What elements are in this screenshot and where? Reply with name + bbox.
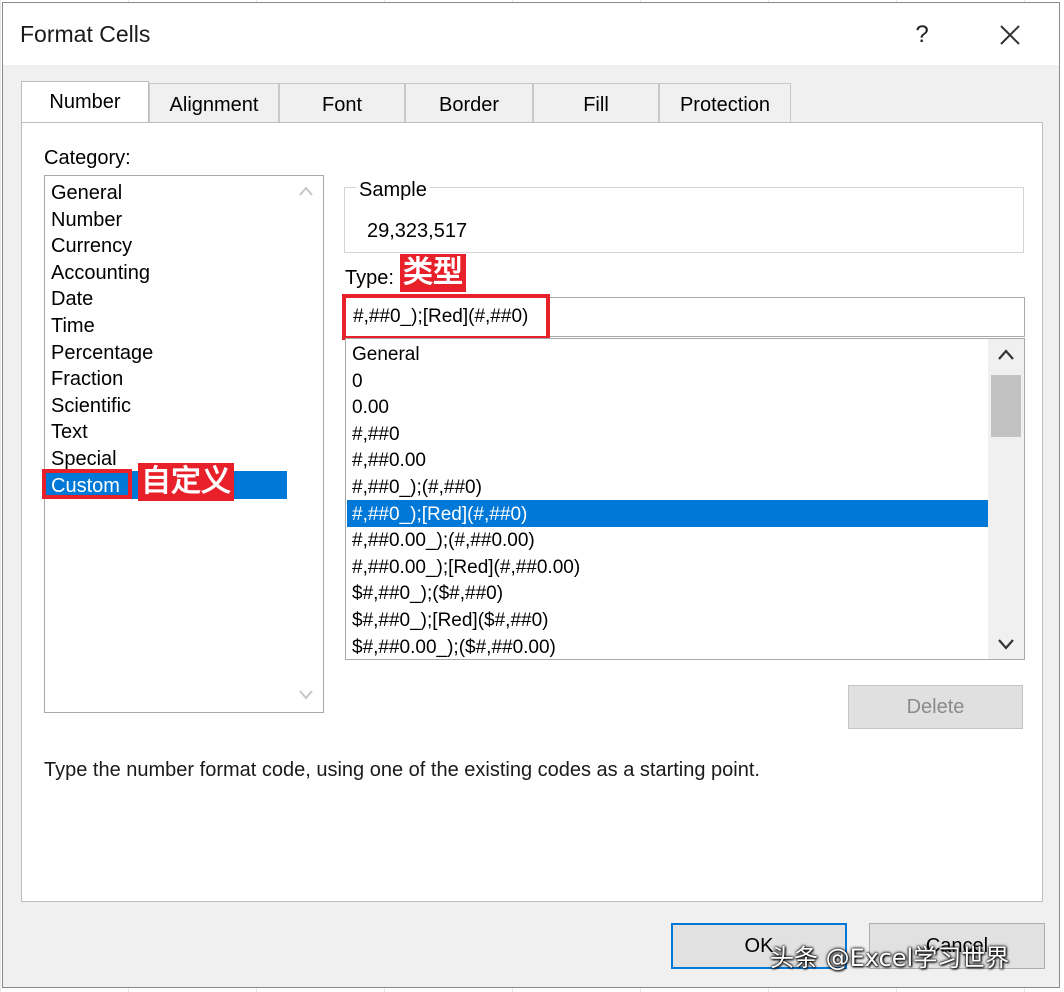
format-item[interactable]: 0	[352, 369, 363, 395]
help-button[interactable]: ?	[899, 13, 945, 57]
scrollbar-thumb[interactable]	[991, 375, 1021, 437]
category-item-accounting[interactable]: Accounting	[51, 260, 150, 286]
scroll-down-icon[interactable]	[998, 639, 1014, 650]
category-item-time[interactable]: Time	[51, 313, 95, 339]
format-scrollbar[interactable]	[988, 339, 1024, 659]
watermark: 头条 @Excel学习世界	[770, 944, 1010, 972]
tab-protection[interactable]: Protection	[659, 83, 791, 123]
tab-border[interactable]: Border	[405, 83, 533, 123]
format-item[interactable]: #,##0	[352, 422, 400, 448]
type-label: Type:	[345, 267, 394, 289]
format-code-list[interactable]: General 0 0.00 #,##0 #,##0.00 #,##0_);(#…	[345, 338, 1025, 660]
category-label: Category:	[44, 147, 131, 169]
category-scrollbar[interactable]	[289, 176, 323, 712]
number-tab-panel: Category: General Number Currency Accoun…	[21, 122, 1043, 902]
format-item[interactable]: #,##0_);(#,##0)	[352, 475, 482, 501]
format-item[interactable]: General	[352, 342, 420, 368]
type-highlight-box	[342, 294, 550, 340]
custom-annotation-label: 自定义	[138, 463, 234, 501]
category-item-fraction[interactable]: Fraction	[51, 366, 123, 392]
category-item-date[interactable]: Date	[51, 286, 93, 312]
category-item-text[interactable]: Text	[51, 419, 88, 445]
dialog-title: Format Cells	[20, 21, 151, 47]
close-icon	[1000, 25, 1020, 45]
custom-highlight-box	[42, 469, 132, 499]
tab-alignment[interactable]: Alignment	[149, 83, 279, 123]
category-list[interactable]: General Number Currency Accounting Date …	[44, 175, 324, 713]
category-item-general[interactable]: General	[51, 180, 122, 206]
format-item[interactable]: $#,##0_);($#,##0)	[352, 581, 503, 607]
format-item[interactable]: #,##0.00_);[Red](#,##0.00)	[352, 555, 580, 581]
format-item[interactable]: #,##0.00	[352, 448, 426, 474]
instruction-text: Type the number format code, using one o…	[44, 759, 760, 781]
tab-font[interactable]: Font	[279, 83, 405, 123]
format-item[interactable]: $#,##0.00_);($#,##0.00)	[352, 635, 556, 659]
format-item[interactable]: #,##0.00_);(#,##0.00)	[352, 528, 535, 554]
scroll-up-icon[interactable]	[299, 186, 313, 196]
category-item-scientific[interactable]: Scientific	[51, 393, 131, 419]
scroll-down-icon[interactable]	[299, 690, 313, 700]
tab-number[interactable]: Number	[21, 81, 149, 125]
sample-legend: Sample	[356, 179, 430, 202]
title-bar: Format Cells ?	[3, 3, 1059, 65]
format-item[interactable]: 0.00	[352, 395, 389, 421]
format-cells-dialog: Format Cells ? Number Alignment Font Bor…	[2, 2, 1060, 988]
category-item-percentage[interactable]: Percentage	[51, 340, 153, 366]
category-item-currency[interactable]: Currency	[51, 233, 132, 259]
category-item-number[interactable]: Number	[51, 207, 122, 233]
format-item-selected[interactable]: #,##0_);[Red](#,##0)	[352, 502, 527, 528]
tab-fill[interactable]: Fill	[533, 83, 659, 123]
format-item[interactable]: $#,##0_);[Red]($#,##0)	[352, 608, 548, 634]
scroll-up-icon[interactable]	[998, 349, 1014, 360]
delete-button[interactable]: Delete	[848, 685, 1023, 729]
sample-value: 29,323,517	[367, 220, 468, 242]
type-annotation-label: 类型	[400, 254, 466, 292]
close-button[interactable]	[985, 13, 1035, 57]
